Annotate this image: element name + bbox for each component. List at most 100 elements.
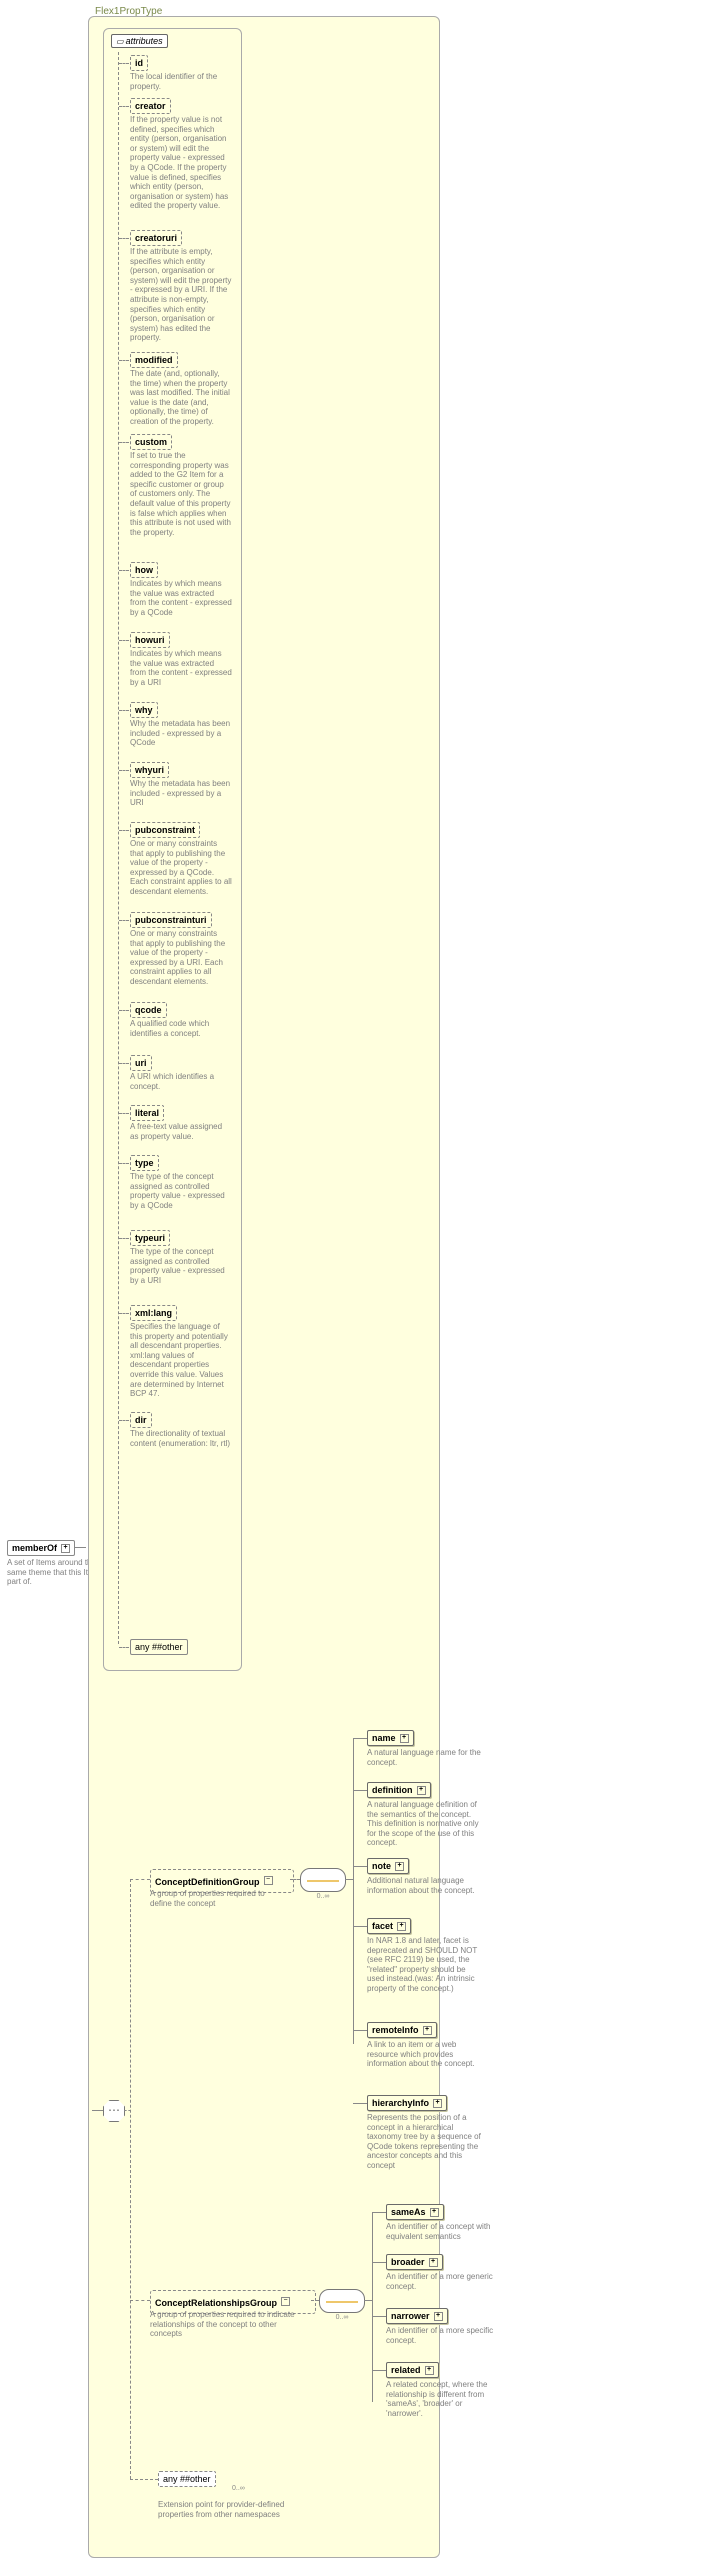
attr-spine <box>118 52 119 1644</box>
attr-why-desc: Why the metadata has been included - exp… <box>130 719 232 748</box>
attr-any-other[interactable]: any ##other <box>130 1639 188 1655</box>
elem-facet-desc: In NAR 1.8 and later, facet is deprecate… <box>367 1936 483 1994</box>
attr-dir-desc: The directionality of textual content (e… <box>130 1429 232 1448</box>
attr-custom[interactable]: custom <box>130 434 172 450</box>
occurs: 0..∞ <box>232 2485 245 2492</box>
expand-icon[interactable]: + <box>430 2208 439 2217</box>
elem-name-desc: A natural language name for the concept. <box>367 1748 483 1767</box>
elem-name[interactable]: name+ <box>367 1730 414 1746</box>
attributes-label: attributes <box>126 36 163 46</box>
expand-icon[interactable]: + <box>61 1544 70 1553</box>
elem-note[interactable]: note+ <box>367 1858 409 1874</box>
occurs: 0..∞ <box>320 2314 364 2321</box>
expand-icon[interactable]: + <box>417 1786 426 1795</box>
attr-typeuri[interactable]: typeuri <box>130 1230 170 1246</box>
expand-icon[interactable]: + <box>429 2258 438 2267</box>
hatch <box>119 770 129 771</box>
line <box>353 1738 367 1739</box>
expand-icon[interactable]: + <box>397 1922 406 1931</box>
attr-how-desc: Indicates by which means the value was e… <box>130 579 232 617</box>
elem-definition-desc: A natural language definition of the sem… <box>367 1800 483 1848</box>
attr-howuri[interactable]: howuri <box>130 632 170 648</box>
memberof-box[interactable]: memberOf+ <box>7 1540 75 1556</box>
expand-icon[interactable]: − <box>281 2297 290 2306</box>
rel-children-spine <box>372 2212 373 2402</box>
hatch <box>119 1313 129 1314</box>
line-to-ext <box>130 2479 158 2480</box>
line <box>353 1926 367 1927</box>
expand-icon[interactable]: + <box>400 1734 409 1743</box>
line <box>353 2030 367 2031</box>
attr-pubconstrainturi[interactable]: pubconstrainturi <box>130 912 212 928</box>
elem-related[interactable]: related+ <box>386 2362 439 2378</box>
attr-pubconstrainturi-desc: One or many constraints that apply to pu… <box>130 929 232 987</box>
root-line <box>92 2110 103 2111</box>
line <box>353 1790 367 1791</box>
attr-dir[interactable]: dir <box>130 1412 152 1428</box>
elem-remoteinfo[interactable]: remoteInfo+ <box>367 2022 437 2038</box>
attr-why[interactable]: why <box>130 702 158 718</box>
elem-hierarchyinfo[interactable]: hierarchyInfo+ <box>367 2095 447 2111</box>
attr-whyuri[interactable]: whyuri <box>130 762 169 778</box>
attr-xmllang[interactable]: xml:lang <box>130 1305 177 1321</box>
attr-id-desc: The local identifier of the property. <box>130 72 232 91</box>
elem-narrower[interactable]: narrower+ <box>386 2308 448 2324</box>
expand-icon[interactable]: + <box>434 2312 443 2321</box>
attr-how[interactable]: how <box>130 562 158 578</box>
elem-broader-desc: An identifier of a more generic concept. <box>386 2272 496 2291</box>
switch-out <box>124 2110 131 2111</box>
attr-id[interactable]: id <box>130 55 148 71</box>
group-label: ConceptRelationshipsGroup <box>155 2298 277 2308</box>
hatch <box>119 830 129 831</box>
ext-any-other[interactable]: any ##other <box>158 2471 216 2487</box>
expand-icon[interactable]: + <box>425 2366 434 2375</box>
attr-modified[interactable]: modified <box>130 352 178 368</box>
attr-qcode[interactable]: qcode <box>130 1002 167 1018</box>
elem-narrower-desc: An identifier of a more specific concept… <box>386 2326 496 2345</box>
attr-creatoruri-desc: If the attribute is empty, specifies whi… <box>130 247 232 343</box>
attr-uri[interactable]: uri <box>130 1055 152 1071</box>
expand-icon[interactable]: + <box>395 1862 404 1871</box>
schema-diagram: { "type_name": "Flex1PropType", "memberO… <box>0 0 705 2567</box>
hatch <box>119 1647 129 1648</box>
attr-creator[interactable]: creator <box>130 98 171 114</box>
attr-literal[interactable]: literal <box>130 1105 164 1121</box>
occurs: 0..∞ <box>301 1893 345 1900</box>
attr-modified-desc: The date (and, optionally, the time) whe… <box>130 369 232 427</box>
elem-related-desc: A related concept, where the relationshi… <box>386 2380 496 2418</box>
hatch <box>119 1010 129 1011</box>
elem-remoteinfo-desc: A link to an item or a web resource whic… <box>367 2040 483 2069</box>
attr-type-desc: The type of the concept assigned as cont… <box>130 1172 232 1210</box>
hatch <box>119 570 129 571</box>
attr-literal-desc: A free-text value assigned as property v… <box>130 1122 232 1141</box>
expand-icon[interactable]: − <box>264 1876 273 1885</box>
line <box>353 2103 367 2104</box>
hatch <box>119 920 129 921</box>
attr-typeuri-desc: The type of the concept assigned as cont… <box>130 1247 232 1285</box>
elem-facet[interactable]: facet+ <box>367 1918 411 1934</box>
hatch <box>119 442 129 443</box>
line <box>290 1879 300 1880</box>
group-def-desc: A group of properties required to define… <box>150 1889 286 1908</box>
hatch <box>119 1420 129 1421</box>
expand-icon[interactable]: + <box>423 2026 432 2035</box>
elem-note-desc: Additional natural language information … <box>367 1876 483 1895</box>
attr-creatoruri[interactable]: creatoruri <box>130 230 182 246</box>
line-to-defgroup <box>130 1879 150 1880</box>
def-children-spine <box>353 1738 354 2044</box>
attr-pubconstraint[interactable]: pubconstraint <box>130 822 200 838</box>
line <box>372 2370 386 2371</box>
collapse-icon[interactable]: ▭ <box>116 37 124 46</box>
attributes-tab[interactable]: ▭attributes <box>111 34 168 48</box>
line-to-relgroup <box>130 2300 150 2301</box>
elem-definition[interactable]: definition+ <box>367 1782 431 1798</box>
hatch <box>119 106 129 107</box>
expand-icon[interactable]: + <box>433 2099 442 2108</box>
line <box>372 2212 386 2213</box>
line <box>372 2262 386 2263</box>
elem-sameas[interactable]: sameAs+ <box>386 2204 444 2220</box>
attr-howuri-desc: Indicates by which means the value was e… <box>130 649 232 687</box>
line <box>353 1866 367 1867</box>
attr-type[interactable]: type <box>130 1155 159 1171</box>
elem-broader[interactable]: broader+ <box>386 2254 443 2270</box>
